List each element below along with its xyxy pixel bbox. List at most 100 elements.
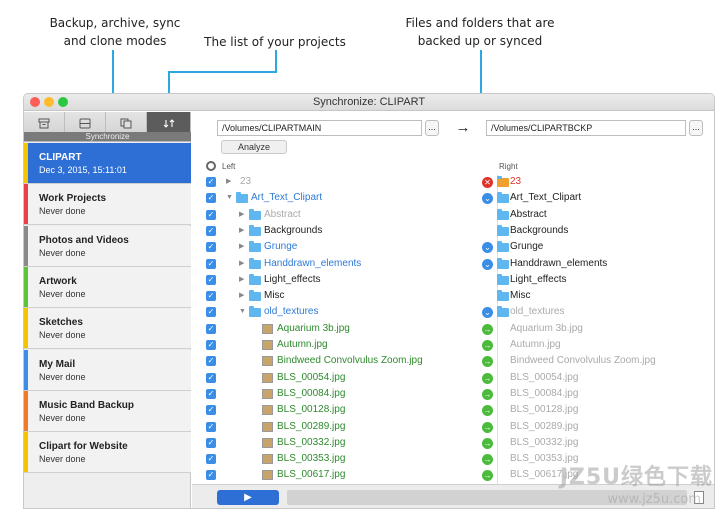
row-checkbox[interactable]: ✓ — [206, 372, 216, 383]
conflict-status-icon[interactable]: ✕ — [482, 177, 493, 188]
copy-right-status-icon[interactable]: → — [482, 388, 493, 400]
project-item[interactable]: Clipart for Website Never done — [24, 432, 191, 474]
copy-right-status-icon[interactable]: → — [482, 356, 493, 368]
project-item[interactable]: Work Projects Never done — [24, 184, 191, 226]
sync-direction-button[interactable]: → — [448, 118, 478, 138]
row-checkbox[interactable]: ✓ — [206, 421, 216, 432]
right-item-name: 23 — [510, 176, 522, 187]
copy-right-status-icon[interactable]: → — [482, 372, 493, 384]
folder-icon — [249, 208, 261, 220]
file-row[interactable]: ✓ BLS_00084.jpg → BLS_00084.jpg — [192, 386, 714, 402]
image-file-icon — [262, 421, 273, 432]
mode-bar: Synchronize — [24, 112, 191, 142]
run-button[interactable]: ▶ — [217, 490, 279, 505]
row-checkbox[interactable]: ✓ — [206, 193, 216, 204]
row-checkbox[interactable]: ✓ — [206, 307, 216, 318]
left-path-field[interactable]: /Volumes/CLIPARTMAIN — [217, 120, 422, 136]
file-row[interactable]: ✓ ▶ Abstract Abstract — [192, 207, 714, 223]
row-checkbox[interactable]: ✓ — [206, 225, 216, 236]
file-row[interactable]: ✓ ▼ Art_Text_Clipart ⌄ Art_Text_Clipart — [192, 190, 714, 206]
disclosure-closed-icon[interactable]: ▶ — [239, 256, 244, 272]
row-checkbox[interactable]: ✓ — [206, 258, 216, 269]
copy-right-status-icon[interactable]: → — [482, 454, 493, 466]
collapsed-status-icon[interactable]: ⌄ — [482, 193, 493, 205]
file-row[interactable]: ✓ ▶ Handdrawn_elements ⌄ Handdrawn_elements — [192, 256, 714, 272]
analyze-button[interactable]: Analyze — [221, 140, 287, 154]
project-sidebar: Synchronize CLIPART Dec 3, 2015, 15:11:01… — [24, 112, 191, 508]
row-checkbox[interactable]: ✓ — [206, 437, 216, 448]
row-checkbox[interactable]: ✓ — [206, 454, 216, 465]
disclosure-open-icon[interactable]: ▼ — [239, 304, 246, 320]
copy-right-status-icon[interactable]: → — [482, 470, 493, 482]
row-checkbox[interactable]: ✓ — [206, 242, 216, 253]
project-item[interactable]: Music Band Backup Never done — [24, 390, 191, 432]
copy-right-status-icon[interactable]: → — [482, 340, 493, 351]
file-row[interactable]: ✓ BLS_00128.jpg → BLS_00128.jpg — [192, 402, 714, 418]
sync-mode-button[interactable] — [147, 112, 191, 134]
file-row[interactable]: ✓ BLS_00332.jpg → BLS_00332.jpg — [192, 435, 714, 451]
right-browse-button[interactable]: ... — [689, 120, 703, 136]
minimize-window-button[interactable] — [44, 97, 54, 107]
image-file-icon — [262, 372, 273, 383]
project-last-run: Never done — [39, 206, 86, 217]
file-row[interactable]: ✓ ▼ old_textures ⌄ old_textures — [192, 304, 714, 320]
copy-right-status-icon[interactable]: → — [482, 437, 493, 449]
disclosure-closed-icon[interactable]: ▶ — [239, 288, 244, 304]
file-row[interactable]: ✓ Bindweed Convolvulus Zoom.jpg → Bindweed … — [192, 353, 714, 369]
row-checkbox[interactable]: ✓ — [206, 405, 216, 416]
project-item[interactable]: Sketches Never done — [24, 308, 191, 350]
file-row[interactable]: ✓ Autumn.jpg → Autumn.jpg — [192, 337, 714, 353]
left-browse-button[interactable]: ... — [425, 120, 439, 136]
project-item[interactable]: My Mail Never done — [24, 349, 191, 391]
right-item-name: BLS_00054.jpg — [510, 371, 579, 383]
row-checkbox[interactable]: ✓ — [206, 356, 216, 367]
project-color-stripe — [24, 225, 28, 266]
copy-right-status-icon[interactable]: → — [482, 323, 493, 335]
zoom-window-button[interactable] — [58, 97, 68, 107]
file-row[interactable]: ✓ BLS_00289.jpg → BLS_00289.jpg — [192, 419, 714, 435]
row-checkbox[interactable]: ✓ — [206, 323, 216, 334]
file-row[interactable]: ✓ BLS_00054.jpg → BLS_00054.jpg — [192, 370, 714, 386]
right-path-field[interactable]: /Volumes/CLIPARTBCKP — [486, 120, 686, 136]
settings-gear-icon[interactable] — [206, 161, 216, 171]
disclosure-closed-icon[interactable]: ▶ — [239, 272, 244, 288]
annotation-projects: The list of your projects — [204, 35, 346, 49]
left-item-name: Abstract — [264, 208, 301, 220]
left-item-name: BLS_00617.jpg — [277, 469, 346, 481]
image-file-icon — [262, 437, 273, 448]
file-row[interactable]: ✓ ▶ Backgrounds Backgrounds — [192, 223, 714, 239]
project-item[interactable]: Artwork Never done — [24, 266, 191, 308]
file-row[interactable]: ✓ ▶ Grunge ⌄ Grunge — [192, 239, 714, 255]
collapsed-status-icon[interactable]: ⌄ — [482, 242, 493, 254]
clone-mode-button[interactable] — [106, 112, 147, 134]
folder-icon — [236, 192, 248, 204]
disclosure-open-icon[interactable]: ▼ — [226, 190, 233, 206]
archive-mode-button[interactable] — [24, 112, 65, 134]
project-item[interactable]: CLIPART Dec 3, 2015, 15:11:01 — [24, 143, 191, 184]
backup-mode-button[interactable] — [65, 112, 106, 134]
disclosure-closed-icon[interactable]: ▶ — [239, 207, 244, 223]
project-item[interactable]: Photos and Videos Never done — [24, 225, 191, 267]
file-row[interactable]: ✓ ▶ 23 ✕ 23 — [192, 174, 714, 190]
watermark-logo: JZ5U绿色下载 — [559, 465, 713, 490]
copy-right-status-icon[interactable]: → — [482, 405, 493, 417]
folder-icon — [497, 241, 509, 253]
file-row[interactable]: ✓ ▶ Misc Misc — [192, 288, 714, 304]
row-checkbox[interactable]: ✓ — [206, 340, 216, 350]
folder-icon — [497, 290, 509, 302]
disclosure-closed-icon[interactable]: ▶ — [239, 239, 244, 255]
collapsed-status-icon[interactable]: ⌄ — [482, 258, 493, 270]
row-checkbox[interactable]: ✓ — [206, 291, 216, 302]
disclosure-closed-icon[interactable]: ▶ — [239, 223, 244, 239]
collapsed-status-icon[interactable]: ⌄ — [482, 307, 493, 319]
row-checkbox[interactable]: ✓ — [206, 388, 216, 399]
file-row[interactable]: ✓ ▶ Light_effects Light_effects — [192, 272, 714, 288]
row-checkbox[interactable]: ✓ — [206, 177, 216, 187]
row-checkbox[interactable]: ✓ — [206, 209, 216, 220]
close-window-button[interactable] — [30, 97, 40, 107]
row-checkbox[interactable]: ✓ — [206, 274, 216, 285]
copy-right-status-icon[interactable]: → — [482, 421, 493, 433]
row-checkbox[interactable]: ✓ — [206, 470, 216, 481]
file-row[interactable]: ✓ Aquarium 3b.jpg → Aquarium 3b.jpg — [192, 321, 714, 337]
disclosure-closed-icon[interactable]: ▶ — [226, 174, 231, 190]
